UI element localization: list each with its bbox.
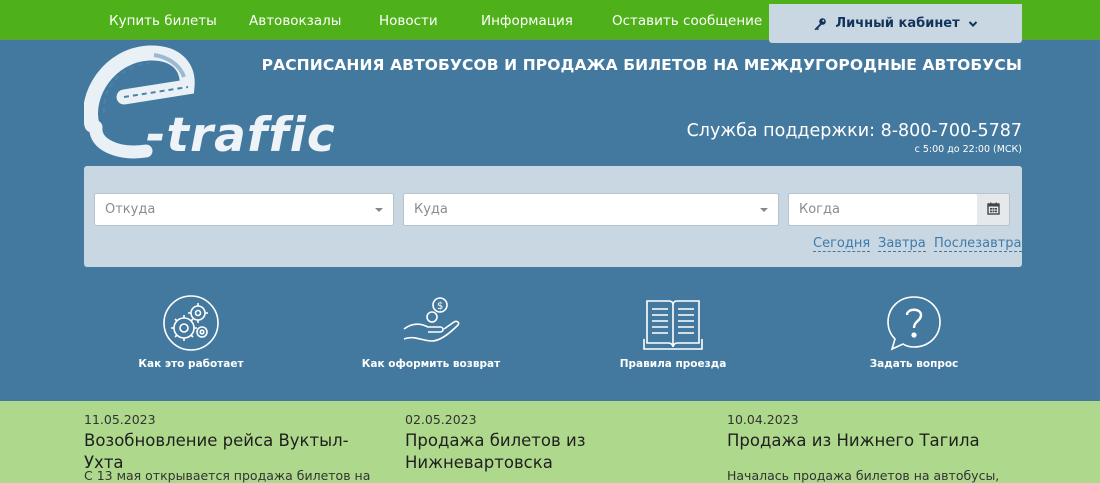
feature-ask-question[interactable]: Задать вопрос <box>814 293 1014 370</box>
news-title[interactable]: Продажа из Нижнего Тагила <box>727 430 1027 452</box>
tomorrow-link[interactable]: Завтра <box>878 236 926 252</box>
nav-news[interactable]: Новости <box>379 0 438 40</box>
feature-label: Как оформить возврат <box>361 358 501 370</box>
support-phone[interactable]: Служба поддержки: 8-800-700-5787 <box>687 121 1022 141</box>
feature-travel-rules[interactable]: Правила проезда <box>573 293 773 370</box>
calendar-button[interactable] <box>977 193 1010 226</box>
question-icon <box>814 293 1014 353</box>
chevron-down-icon <box>968 20 978 28</box>
from-select[interactable]: Откуда <box>94 193 394 226</box>
day-after-tomorrow-link[interactable]: Послезавтра <box>934 236 1022 252</box>
logo-text: -traffic <box>146 108 336 160</box>
news-text: С 13 мая открывается продажа билетов на <box>84 468 371 483</box>
nav-bus-stations[interactable]: Автовокзалы <box>249 0 341 40</box>
gears-icon <box>91 293 291 353</box>
feature-label: Правила проезда <box>619 358 727 370</box>
from-caret-icon <box>375 208 383 212</box>
news-title[interactable]: Продажа билетов из Нижневартовска <box>405 430 615 474</box>
to-placeholder: Куда <box>414 202 448 217</box>
date-placeholder: Когда <box>799 202 840 217</box>
today-link[interactable]: Сегодня <box>813 236 871 252</box>
feature-how-it-works[interactable]: Как это работает <box>91 293 291 370</box>
from-placeholder: Откуда <box>105 202 156 217</box>
personal-cabinet-button[interactable]: Личный кабинет <box>769 4 1022 43</box>
to-caret-icon <box>760 208 768 212</box>
news-date: 11.05.2023 <box>84 412 156 427</box>
svg-text:$: $ <box>437 301 443 312</box>
book-icon <box>573 293 773 353</box>
personal-cabinet-label: Личный кабинет <box>835 16 960 31</box>
news-section: 11.05.2023 Возобновление рейса Вуктыл-Ух… <box>0 401 1100 483</box>
nav-buy-tickets[interactable]: Купить билеты <box>109 0 217 40</box>
news-date: 10.04.2023 <box>727 412 799 427</box>
key-icon <box>813 17 827 31</box>
feature-label: Как это работает <box>138 358 244 370</box>
news-date: 02.05.2023 <box>405 412 477 427</box>
to-select[interactable]: Куда <box>403 193 779 226</box>
page-headline: РАСПИСАНИЯ АВТОБУСОВ И ПРОДАЖА БИЛЕТОВ Н… <box>261 56 1022 74</box>
news-text: Началась продажа билетов на автобусы, <box>727 468 1000 483</box>
nav-information[interactable]: Информация <box>481 0 573 40</box>
calendar-icon <box>986 200 1000 219</box>
hand-coins-icon: $ <box>331 293 531 353</box>
search-panel: Откуда Куда Когда Сегодня Завтра Послеза… <box>84 166 1022 267</box>
date-input[interactable]: Когда <box>788 193 978 226</box>
support-hours: с 5:00 до 22:00 (МСК) <box>914 144 1022 155</box>
feature-label: Задать вопрос <box>869 358 959 370</box>
feature-refund[interactable]: $ Как оформить возврат <box>331 293 531 370</box>
nav-leave-message[interactable]: Оставить сообщение <box>612 0 762 40</box>
